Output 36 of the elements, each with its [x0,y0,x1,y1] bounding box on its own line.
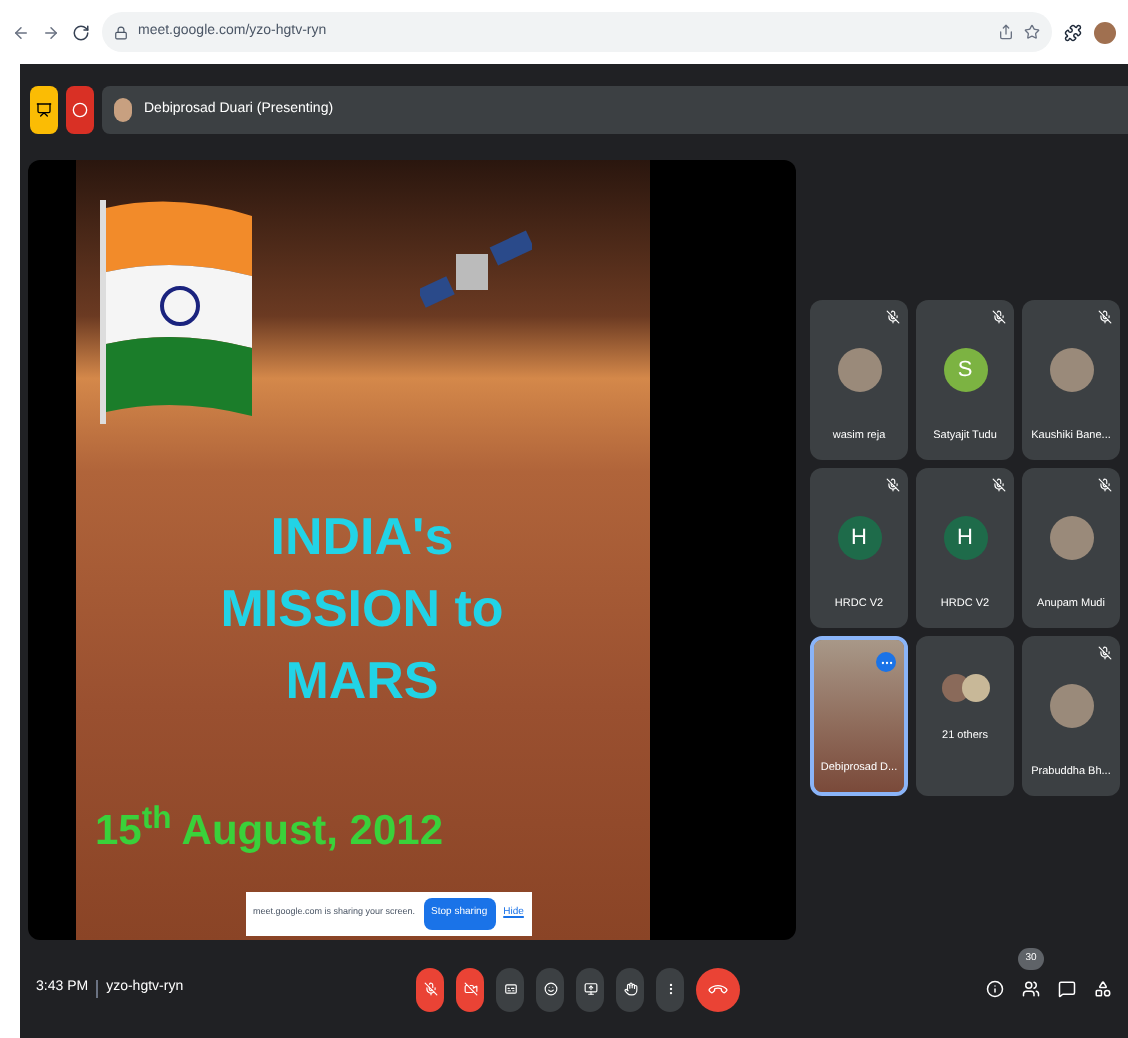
extensions-icon[interactable] [1064,23,1082,41]
reload-icon[interactable] [72,23,90,41]
bookmark-star-icon[interactable] [1024,24,1040,40]
captions-button[interactable] [496,967,524,1011]
record-circle-icon [72,102,88,118]
avatar-group-icon [941,673,989,702]
slide-title: INDIA's MISSION to MARS [218,504,506,714]
chat-icon[interactable] [1058,980,1076,998]
share-icon[interactable] [998,24,1014,40]
recording-icon[interactable] [66,86,94,134]
microphone-off-icon [423,982,437,996]
forward-icon[interactable] [42,23,60,41]
end-call-button[interactable] [696,967,740,1011]
people-icon[interactable] [1022,980,1040,998]
lock-icon [114,25,128,39]
camera-button[interactable] [456,967,484,1011]
profile-avatar[interactable] [1094,21,1116,43]
avatar-letter: H [943,515,987,560]
raise-hand-button[interactable] [616,967,644,1011]
camera-off-icon [463,982,477,996]
hand-icon [623,982,637,996]
info-icon[interactable] [986,980,1004,998]
back-icon[interactable] [12,23,30,41]
slide-date: 15$^{th}$ August, 2012 [95,800,443,858]
present-screen-icon [583,982,597,996]
captions-icon [503,982,517,996]
presentation-board-icon [36,102,52,118]
activities-icon[interactable] [1094,980,1112,998]
emoji-button[interactable] [536,967,564,1011]
present-button[interactable] [576,967,604,1011]
avatar-letter: S [943,347,987,392]
presentation-icon[interactable] [30,86,58,134]
microphone-button[interactable] [416,967,444,1011]
avatar-letter: H [837,515,881,560]
emoji-icon [543,982,557,996]
presenter-avatar [114,98,132,122]
